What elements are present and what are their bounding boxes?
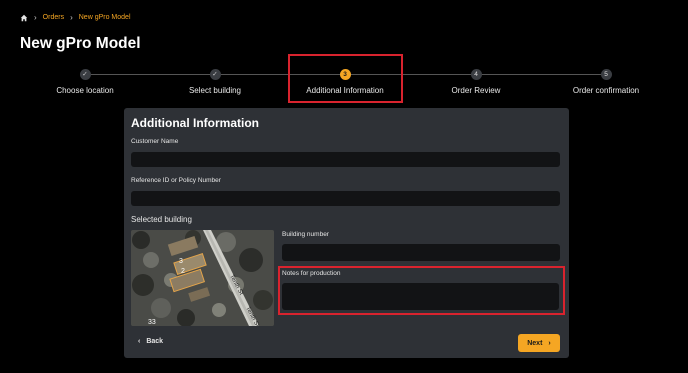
chevron-right-icon: › (548, 339, 551, 347)
page-title: New gPro Model (20, 35, 141, 52)
additional-information-panel: Additional Information Customer Name Ref… (124, 108, 569, 358)
step-number-badge: 5 (600, 69, 612, 80)
chevron-right-icon: › (34, 13, 37, 22)
active-step-highlight (288, 54, 403, 103)
breadcrumb: › Orders › New gPro Model (20, 13, 131, 22)
step-number-badge: 4 (470, 69, 482, 80)
back-button[interactable]: ‹ Back (138, 338, 163, 345)
step-order-confirmation[interactable]: 5 Order confirmation (546, 66, 666, 95)
reference-id-input[interactable] (131, 191, 560, 206)
chevron-left-icon: ‹ (138, 338, 141, 345)
customer-name-label: Customer Name (131, 138, 179, 145)
next-button-label: Next (527, 339, 543, 347)
building-aerial-map[interactable]: 3 2 33 Tenth St Tenth St (131, 230, 274, 326)
home-icon[interactable] (20, 14, 28, 22)
step-label: Select building (188, 86, 242, 95)
panel-title: Additional Information (131, 116, 259, 130)
step-label: Choose location (56, 86, 114, 95)
building-number-label: Building number (282, 231, 329, 238)
step-select-building[interactable]: ✓ Select building (155, 66, 275, 95)
map-lot-label: 2 (181, 268, 185, 275)
check-icon: ✓ (79, 69, 91, 80)
selected-building-label: Selected building (131, 215, 192, 224)
notes-field-highlight (278, 266, 565, 315)
step-label: Order Review (451, 86, 501, 95)
reference-id-label: Reference ID or Policy Number (131, 177, 221, 184)
breadcrumb-orders[interactable]: Orders (43, 14, 64, 21)
step-label: Order confirmation (572, 86, 640, 95)
customer-name-input[interactable] (131, 152, 560, 167)
building-number-input[interactable] (282, 244, 560, 261)
next-button[interactable]: Next › (518, 334, 560, 352)
step-order-review[interactable]: 4 Order Review (416, 66, 536, 95)
step-choose-location[interactable]: ✓ Choose location (25, 66, 145, 95)
check-icon: ✓ (209, 69, 221, 80)
back-button-label: Back (146, 338, 164, 345)
map-lot-label: 33 (148, 319, 156, 326)
breadcrumb-current[interactable]: New gPro Model (79, 14, 131, 21)
map-lot-label: 3 (179, 258, 183, 265)
chevron-right-icon: › (70, 13, 73, 22)
